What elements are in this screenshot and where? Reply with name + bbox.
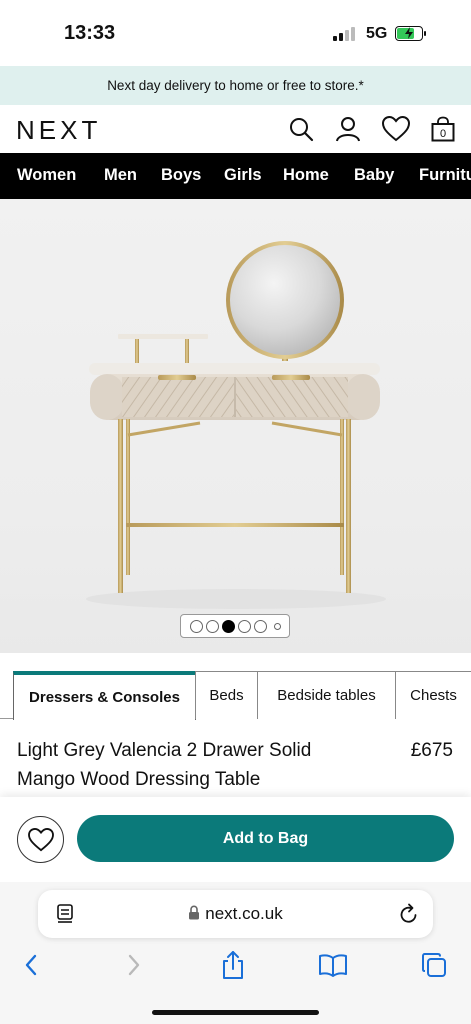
account-icon[interactable] <box>334 115 362 143</box>
status-bar: 13:33 5G <box>0 0 471 66</box>
bag-count: 0 <box>440 128 446 140</box>
category-tabs: Dressers & Consoles Beds Bedside tables … <box>0 671 471 720</box>
bookmarks-button[interactable] <box>318 950 348 980</box>
tabs-button[interactable] <box>419 950 449 980</box>
tab-bedside-tables[interactable]: Bedside tables <box>257 671 396 719</box>
bag-icon[interactable]: 0 <box>429 115 457 143</box>
heart-icon <box>27 827 54 851</box>
search-icon[interactable] <box>287 115 315 143</box>
tab-dressers-consoles[interactable]: Dressers & Consoles <box>13 671 196 720</box>
product-title: Light Grey Valencia 2 Drawer Solid Mango… <box>17 740 312 790</box>
carousel-indicator[interactable] <box>180 614 290 638</box>
lock-icon <box>189 905 200 920</box>
nav-item-men[interactable]: Men <box>104 166 137 185</box>
next-logo[interactable]: NEXT <box>16 115 101 146</box>
nav-item-home[interactable]: Home <box>283 166 329 185</box>
nav-item-baby[interactable]: Baby <box>354 166 394 185</box>
carousel-dot[interactable] <box>221 619 235 633</box>
signal-icon <box>333 27 355 41</box>
network-label: 5G <box>366 25 388 42</box>
nav-item-boys[interactable]: Boys <box>161 166 201 185</box>
browser-toolbar: next.co.uk <box>0 882 471 1024</box>
status-time: 13:33 <box>64 22 116 44</box>
dressing-table-illustration <box>86 241 386 609</box>
carousel-dot[interactable] <box>189 619 203 633</box>
chevron-right-icon <box>128 954 140 976</box>
home-indicator <box>152 1010 319 1015</box>
tab-beds[interactable]: Beds <box>195 671 258 719</box>
address-bar[interactable]: next.co.uk <box>38 890 433 938</box>
carousel-dot[interactable] <box>273 622 281 630</box>
forward-button[interactable] <box>119 950 149 980</box>
delivery-banner[interactable]: Next day delivery to home or free to sto… <box>0 66 471 105</box>
delivery-banner-text: Next day delivery to home or free to sto… <box>107 78 364 93</box>
product-price: £675 <box>410 740 453 761</box>
product-image[interactable] <box>0 199 471 653</box>
share-icon <box>223 951 243 979</box>
nav-item-furniture[interactable]: Furniture <box>419 166 471 185</box>
book-icon <box>319 954 347 977</box>
site-header: NEXT 0 <box>0 105 471 153</box>
add-to-bag-bar: Add to Bag <box>0 797 471 882</box>
battery-icon <box>395 26 426 41</box>
main-nav: Women Men Boys Girls Home Baby Furniture <box>0 153 471 199</box>
favourite-button[interactable] <box>17 816 64 863</box>
reload-icon[interactable] <box>399 903 419 925</box>
nav-item-women[interactable]: Women <box>17 166 76 185</box>
carousel-dot[interactable] <box>205 619 219 633</box>
back-button[interactable] <box>16 950 46 980</box>
share-button[interactable] <box>218 950 248 980</box>
tab-chests[interactable]: Chests <box>395 671 471 719</box>
chevron-left-icon <box>25 954 37 976</box>
tabs-icon <box>422 953 446 977</box>
heart-icon[interactable] <box>382 115 410 143</box>
add-to-bag-button[interactable]: Add to Bag <box>77 815 454 862</box>
carousel-dot[interactable] <box>253 619 267 633</box>
nav-item-girls[interactable]: Girls <box>224 166 262 185</box>
url-text: next.co.uk <box>205 904 283 923</box>
carousel-dot[interactable] <box>237 619 251 633</box>
